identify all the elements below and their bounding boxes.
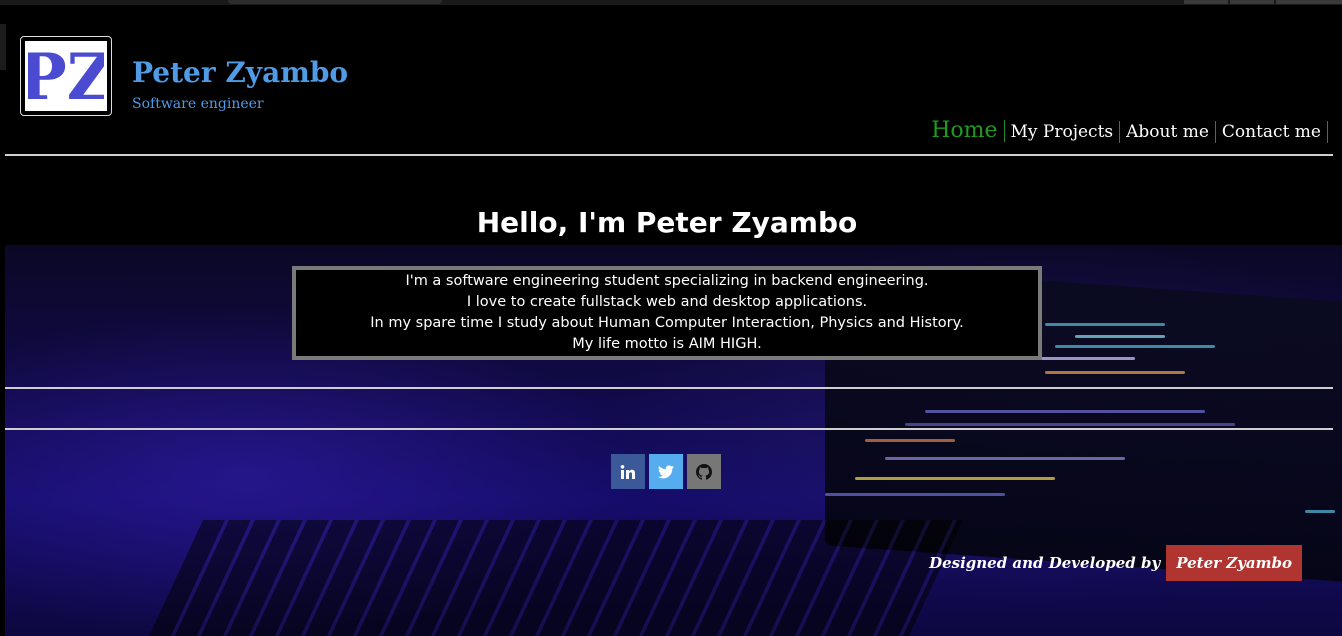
browser-tab[interactable] [228, 0, 442, 4]
hero-title: Hello, I'm Peter Zyambo [476, 206, 858, 239]
main-nav: Home My Projects About me Contact me [925, 120, 1328, 143]
nav-item-my-projects[interactable]: My Projects [1005, 121, 1121, 143]
credit-name-badge[interactable]: Peter Zyambo [1166, 545, 1302, 581]
linkedin-icon [620, 464, 635, 479]
site-title[interactable]: Peter Zyambo [132, 56, 348, 89]
intro-line: I love to create fullstack web and deskt… [466, 294, 868, 310]
credit-label: Designed and Developed by [929, 554, 1161, 572]
github-button[interactable] [687, 454, 721, 489]
intro-line: In my spare time I study about Human Com… [370, 315, 964, 331]
logo-badge: PZ [25, 41, 107, 111]
window-minimize-button[interactable] [1184, 0, 1228, 4]
window-close-button[interactable] [1276, 0, 1342, 4]
nav-item-contact-me[interactable]: Contact me [1216, 121, 1328, 143]
intro-line: I'm a software engineering student speci… [405, 273, 929, 289]
page: PZ Peter Zyambo Software engineer Home M… [0, 0, 1342, 636]
footer-credit: Designed and Developed by Peter Zyambo [929, 545, 1302, 581]
linkedin-button[interactable] [611, 454, 645, 489]
keyboard-graphic [147, 520, 963, 636]
header-divider [5, 154, 1333, 156]
site-subtitle: Software engineer [132, 96, 264, 112]
nav-item-home[interactable]: Home [925, 120, 1005, 142]
section-divider-top [5, 387, 1333, 389]
twitter-button[interactable] [649, 454, 683, 489]
window-maximize-button[interactable] [1230, 0, 1274, 4]
svg-text:PZ: PZ [28, 43, 104, 109]
pz-logo-icon: PZ [28, 43, 104, 109]
section-divider-bottom [5, 428, 1333, 430]
left-edge-bar [0, 24, 6, 70]
intro-box: I'm a software engineering student speci… [292, 266, 1042, 360]
browser-top-strip [0, 0, 1342, 5]
intro-line: My life motto is AIM HIGH. [572, 336, 762, 352]
social-links [611, 454, 721, 489]
nav-item-about-me[interactable]: About me [1120, 121, 1216, 143]
github-icon [696, 463, 712, 480]
logo[interactable]: PZ [20, 36, 112, 116]
twitter-icon [658, 464, 674, 478]
